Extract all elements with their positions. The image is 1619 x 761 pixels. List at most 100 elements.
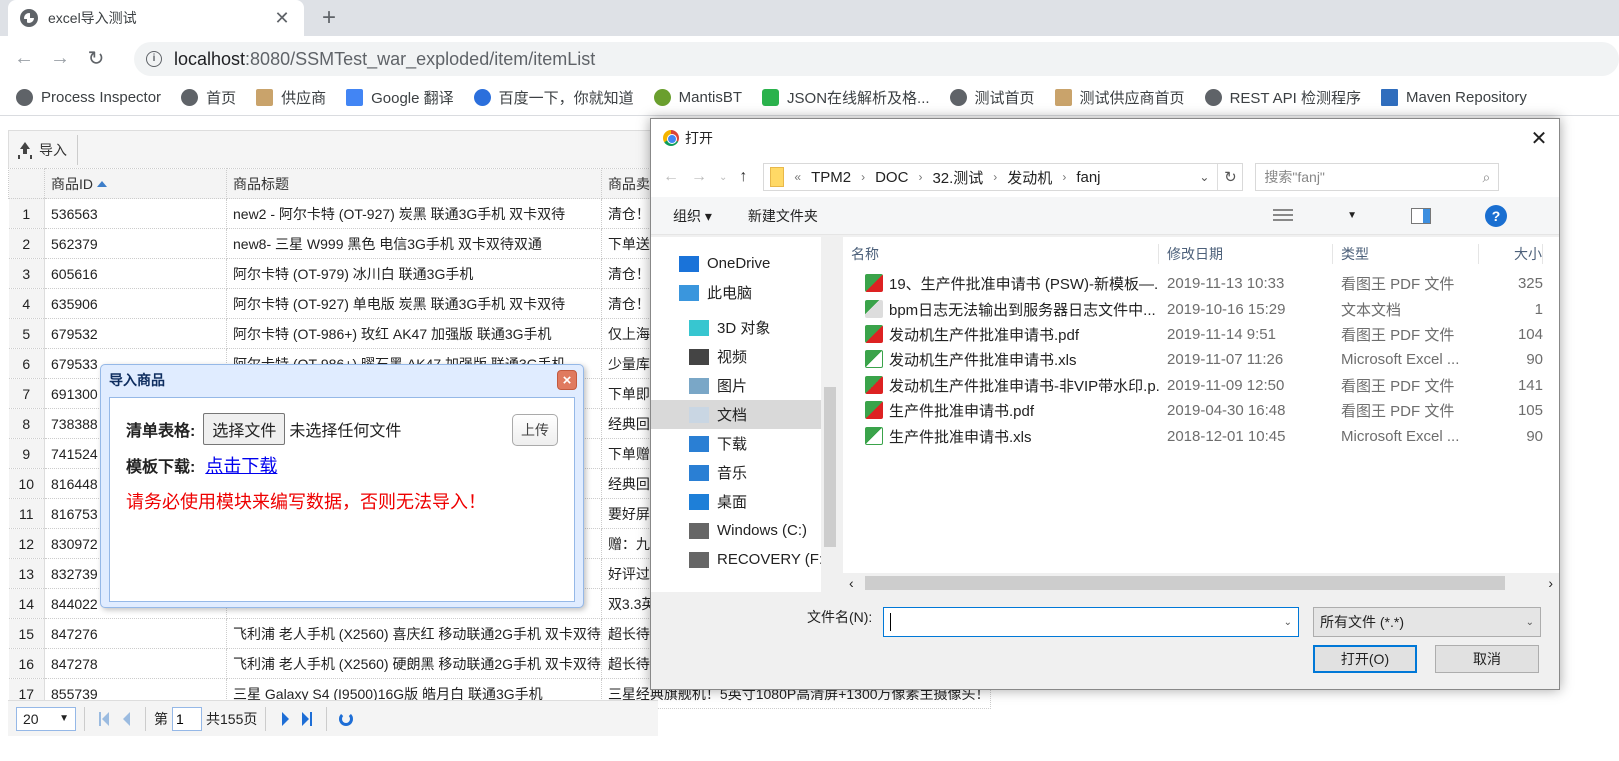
upload-button[interactable]: 上传 [512,414,558,446]
chevron-down-icon[interactable]: ⌄ [1199,164,1219,190]
browser-tab[interactable]: excel导入测试 ✕ [8,0,304,36]
nav-item[interactable]: 文档 [651,400,839,429]
view-options-icon[interactable] [1273,208,1294,223]
nav-item[interactable]: 视频 [651,342,839,371]
bookmark-item[interactable]: 首页 [181,87,236,108]
chrome-icon [663,130,679,146]
bookmark-item[interactable]: 供应商 [256,87,326,108]
view-dropdown-icon[interactable]: ▼ [1347,210,1357,221]
bookmark-item[interactable]: REST API 检测程序 [1204,87,1361,108]
close-dialog-icon[interactable]: ✕ [1519,126,1559,151]
back-button[interactable]: ← [6,47,42,70]
nav-item[interactable]: 3D 对象 [651,313,839,342]
file-column-header[interactable]: 大小 [1479,244,1543,264]
page-number-input[interactable] [172,706,202,731]
bookmark-label: 测试首页 [974,90,1035,107]
forward-nav-icon[interactable]: → [691,168,707,186]
file-list-hscrollbar[interactable]: ‹ › [843,573,1559,593]
file-column-header[interactable]: 名称 [843,244,1159,264]
bookmark-item[interactable]: 百度一下，你就知道 [473,87,634,108]
nav-item[interactable]: 图片 [651,371,839,400]
tomcat-icon [1054,89,1072,106]
bookmark-item[interactable]: JSON在线解析及格... [762,87,930,108]
row-number: 9 [8,438,45,469]
row-number: 15 [8,618,45,649]
import-button[interactable]: 导入 [17,134,78,165]
download-template-link[interactable]: 点击下载 [205,452,277,478]
breadcrumb-segment[interactable]: TPM2 [811,169,851,186]
filename-input[interactable]: ⌄ [883,607,1299,637]
close-icon[interactable]: × [557,370,577,390]
row-number: 10 [8,468,45,499]
filetype-select[interactable]: 所有文件 (*.*) ⌄ [1313,607,1541,637]
bookmark-item[interactable]: Maven Repository [1380,89,1527,106]
nav-item[interactable]: Windows (C:) [651,516,839,545]
nav-pane-scrollbar[interactable] [821,237,839,592]
column-header-id[interactable]: 商品ID [44,168,227,199]
bookmark-item[interactable]: 测试供应商首页 [1054,87,1185,108]
bookmark-item[interactable]: 测试首页 [949,87,1035,108]
nav-item-label: Windows (C:) [717,522,808,539]
file-row[interactable]: 生产件批准申请书.xls 2018-12-01 10:45 Microsoft Ex… [843,423,1559,448]
nav-item[interactable]: 桌面 [651,487,839,516]
close-tab-icon[interactable]: ✕ [272,8,292,29]
page-size-select[interactable]: 20 ▼ [16,706,76,731]
file-row[interactable]: 生产件批准申请书.pdf 2019-04-30 16:48 看图王 PDF 文件 10… [843,398,1559,423]
nav-item[interactable]: 下载 [651,429,839,458]
reload-button[interactable]: ↻ [78,46,114,71]
new-folder-button[interactable]: 新建文件夹 [748,206,818,226]
nav-item[interactable]: 此电脑 [651,278,839,307]
column-header-title[interactable]: 商品标题 [226,168,602,199]
file-row[interactable]: 发动机生产件批准申请书-非VIP带水印.p... 2019-11-09 12:50… [843,373,1559,398]
next-page-button[interactable] [274,709,296,729]
search-input[interactable]: 搜索"fanj" ⌕ [1255,163,1500,191]
address-bar[interactable]: i localhost:8080/SSMTest_war_exploded/it… [134,42,1619,76]
file-size: 90 [1526,427,1543,445]
refresh-icon[interactable]: ↻ [1218,168,1242,186]
pdf-file-icon [865,324,883,343]
nav-item-label: 3D 对象 [717,320,771,337]
help-icon[interactable]: ? [1485,204,1507,227]
file-row[interactable]: 19、生产件批准申请书 (PSW)-新模板—... 2019-11-13 10:3… [843,271,1559,296]
file-row[interactable]: bpm日志无法输出到服务器日志文件中... 2019-10-16 15:29 文本文… [843,296,1559,321]
file-size: 105 [1517,402,1543,420]
organize-menu[interactable]: 组织 ▾ [673,206,712,226]
nav-item[interactable]: OneDrive [651,249,839,278]
breadcrumb-segment[interactable]: 发动机 [1007,167,1052,188]
file-row[interactable]: 发动机生产件批准申请书.xls 2019-11-07 11:26 Microsoft… [843,347,1559,372]
file-column-header[interactable]: 类型 [1333,244,1479,264]
breadcrumb-segment[interactable]: DOC [875,169,908,186]
new-tab-button[interactable]: + [322,4,336,32]
refresh-button[interactable] [335,709,357,729]
info-icon[interactable]: i [146,51,162,67]
up-folder-icon[interactable]: ↑ [739,168,747,186]
nav-item-label: 图片 [717,378,748,395]
globe-icon [1204,89,1222,106]
nav-item[interactable]: RECOVERY (F:) [651,545,839,574]
last-page-button[interactable] [296,709,318,729]
forward-button[interactable]: → [42,47,78,70]
breadcrumb-segment[interactable]: 32.测试 [932,167,983,188]
prev-page-button[interactable] [115,709,137,729]
file-row[interactable]: 发动机生产件批准申请书.pdf 2019-11-14 9:51 看图王 PDF 文件… [843,322,1559,347]
pdf-file-icon [865,375,883,394]
preview-pane-icon[interactable] [1411,207,1431,224]
back-nav-icon[interactable]: ← [663,168,679,186]
nav-item[interactable]: 音乐 [651,458,839,487]
first-page-button[interactable] [93,709,115,729]
bookmark-item[interactable]: Google 翻译 [346,87,454,108]
choose-file-button[interactable]: 选择文件 [203,413,286,445]
recent-dropdown-icon[interactable]: ⌄ [719,172,727,183]
open-button[interactable]: 打开(O) [1313,645,1417,673]
breadcrumb[interactable]: « TPM2 › DOC › 32.测试 › 发动机 › fanj ⌄ ↻ [763,163,1244,191]
row-number: 1 [8,198,45,229]
file-column-header[interactable]: 修改日期 [1159,244,1333,264]
drive-icon [689,551,709,568]
breadcrumb-segment[interactable]: fanj [1076,169,1100,186]
mantis-icon [653,89,671,106]
file-name: 发动机生产件批准申请书.xls [889,352,1077,370]
chevron-right-icon: › [993,170,998,184]
cancel-button[interactable]: 取消 [1435,645,1539,673]
bookmark-item[interactable]: MantisBT [653,89,742,106]
bookmark-item[interactable]: Process Inspector [16,89,161,106]
